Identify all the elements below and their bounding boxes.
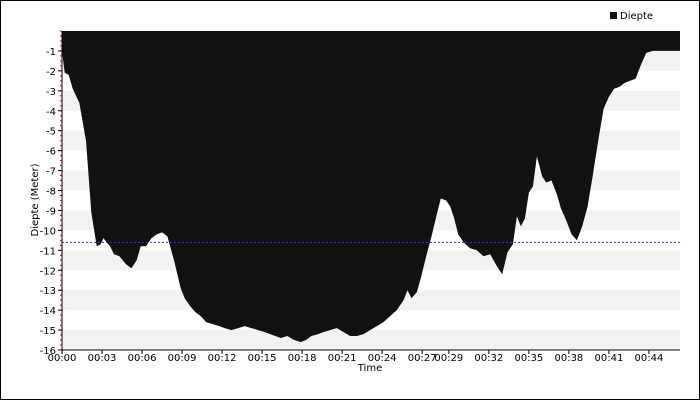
legend: Diepte — [610, 11, 653, 22]
y-tick-label: -4 — [46, 107, 56, 118]
x-tick-label: 00:03 — [88, 353, 117, 364]
x-tick-label: 00:29 — [434, 353, 463, 364]
x-axis-ticks: 00:00 00:03 00:06 00:09 00:12 00:15 00:18 00:21… — [48, 350, 664, 364]
x-tick-label: 00:35 — [514, 353, 543, 364]
y-tick-label: -5 — [46, 127, 56, 138]
y-tick-label: -6 — [46, 147, 56, 158]
y-tick-label: -1 — [46, 47, 56, 58]
x-tick-label: 00:27 — [408, 353, 437, 364]
y-tick-label: -7 — [46, 167, 56, 178]
y-axis-title: Diepte (Meter) — [30, 163, 41, 236]
x-tick-label: 00:18 — [288, 353, 317, 364]
x-tick-label: 00:09 — [168, 353, 197, 364]
y-tick-label: -15 — [40, 326, 56, 337]
x-axis-title: Time — [357, 363, 382, 374]
x-tick-label: 00:38 — [554, 353, 583, 364]
legend-swatch-diepte — [610, 12, 617, 19]
y-tick-label: -2 — [46, 67, 56, 78]
depth-chart: -1-2-3-4-5-6-7-8-9-10-11-12-13-14-15-16 … — [30, 11, 680, 374]
y-tick-label: -13 — [40, 286, 56, 297]
x-tick-label: 00:12 — [208, 353, 237, 364]
x-tick-label: 00:21 — [328, 353, 357, 364]
y-tick-label: -8 — [46, 187, 56, 198]
x-tick-label: 00:44 — [635, 353, 664, 364]
x-tick-label: 00:32 — [474, 353, 503, 364]
x-tick-label: 00:15 — [248, 353, 277, 364]
y-tick-label: -12 — [40, 266, 56, 277]
y-tick-label: -3 — [46, 87, 56, 98]
x-tick-label: 00:41 — [594, 353, 623, 364]
legend-label-diepte: Diepte — [620, 11, 653, 22]
y-tick-label: -10 — [40, 226, 56, 237]
y-tick-label: -9 — [46, 206, 56, 217]
grid-band — [62, 330, 680, 350]
y-tick-label: -11 — [40, 246, 56, 257]
x-tick-label: 00:06 — [128, 353, 157, 364]
y-tick-label: -14 — [40, 306, 56, 317]
x-tick-label: 00:00 — [48, 353, 77, 364]
y-axis-ticks: -1-2-3-4-5-6-7-8-9-10-11-12-13-14-15-16 — [40, 47, 62, 357]
